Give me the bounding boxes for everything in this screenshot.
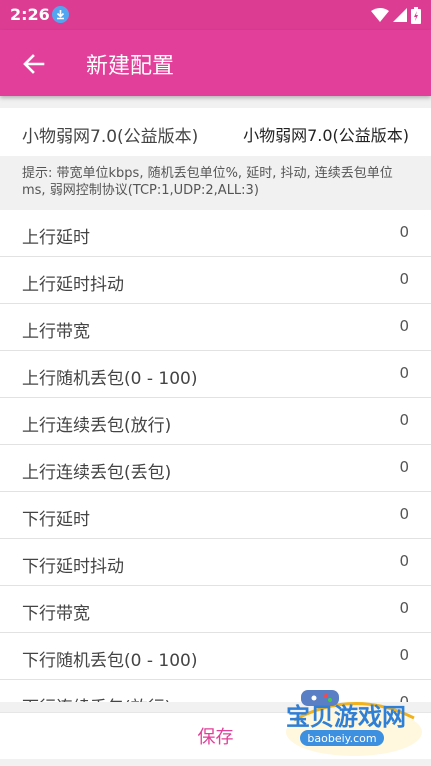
setting-label: 上行随机丢包(0 - 100): [22, 369, 198, 389]
signal-icon: [393, 8, 407, 22]
setting-value[interactable]: 0: [399, 317, 409, 335]
setting-row-uplink-bandwidth[interactable]: 上行带宽 0: [0, 304, 431, 351]
setting-label: 上行延时: [22, 228, 90, 248]
watermark-logo: 宝贝游戏网 baobeiy.com: [286, 690, 422, 756]
wifi-icon: [371, 8, 389, 22]
app-bar: 新建配置: [0, 30, 431, 96]
setting-row-uplink-random-loss[interactable]: 上行随机丢包(0 - 100) 0: [0, 351, 431, 398]
page-title: 新建配置: [86, 54, 175, 79]
setting-label: 上行连续丢包(放行): [22, 416, 172, 436]
setting-value[interactable]: 0: [399, 458, 409, 476]
download-icon: [52, 6, 69, 23]
setting-label: 下行连续丢包(放行): [22, 693, 171, 702]
back-button[interactable]: [20, 50, 48, 78]
setting-value[interactable]: 0: [399, 270, 409, 288]
watermark-domain: baobeiy.com: [307, 732, 376, 745]
setting-label: 下行延时: [22, 510, 90, 530]
setting-label: 下行带宽: [22, 604, 90, 624]
setting-row-uplink-burst-drop[interactable]: 上行连续丢包(丢包) 0: [0, 445, 431, 492]
setting-value[interactable]: 0: [399, 505, 409, 523]
hint-text: 提示: 带宽单位kbps, 随机丢包单位%, 延时, 抖动, 连续丢包单位ms,…: [22, 166, 393, 198]
setting-label: 上行连续丢包(丢包): [22, 463, 172, 483]
battery-icon: [411, 6, 421, 24]
config-name-value[interactable]: 小物弱网7.0(公益版本): [243, 122, 409, 146]
setting-value[interactable]: 0: [399, 223, 409, 241]
setting-label: 上行延时抖动: [22, 275, 124, 295]
setting-value[interactable]: 0: [399, 599, 409, 617]
setting-row-downlink-jitter[interactable]: 下行延时抖动 0: [0, 539, 431, 586]
setting-row-downlink-bandwidth[interactable]: 下行带宽 0: [0, 586, 431, 633]
config-name-label: 小物弱网7.0(公益版本): [22, 127, 199, 147]
watermark-text: 宝贝游戏网: [286, 703, 406, 731]
settings-list[interactable]: 上行延时 0 上行延时抖动 0 上行带宽 0 上行随机丢包(0 - 100) 0…: [0, 210, 431, 702]
status-bar: 2:26: [0, 0, 431, 30]
arrow-left-icon: [23, 54, 45, 74]
setting-row-downlink-delay[interactable]: 下行延时 0: [0, 492, 431, 539]
setting-row-uplink-delay[interactable]: 上行延时 0: [0, 210, 431, 257]
config-name-row[interactable]: 小物弱网7.0(公益版本) 小物弱网7.0(公益版本): [0, 108, 431, 156]
status-icons: [371, 6, 421, 24]
setting-value[interactable]: 0: [399, 411, 409, 429]
setting-value[interactable]: 0: [399, 552, 409, 570]
setting-value[interactable]: 0: [399, 364, 409, 382]
setting-row-uplink-burst-pass[interactable]: 上行连续丢包(放行) 0: [0, 398, 431, 445]
setting-label: 上行带宽: [22, 322, 90, 342]
setting-value[interactable]: 0: [399, 646, 409, 664]
status-time: 2:26: [10, 5, 50, 24]
setting-row-downlink-random-loss[interactable]: 下行随机丢包(0 - 100) 0: [0, 633, 431, 680]
setting-label: 下行随机丢包(0 - 100): [22, 651, 198, 671]
setting-row-uplink-jitter[interactable]: 上行延时抖动 0: [0, 257, 431, 304]
setting-label: 下行延时抖动: [22, 557, 124, 577]
